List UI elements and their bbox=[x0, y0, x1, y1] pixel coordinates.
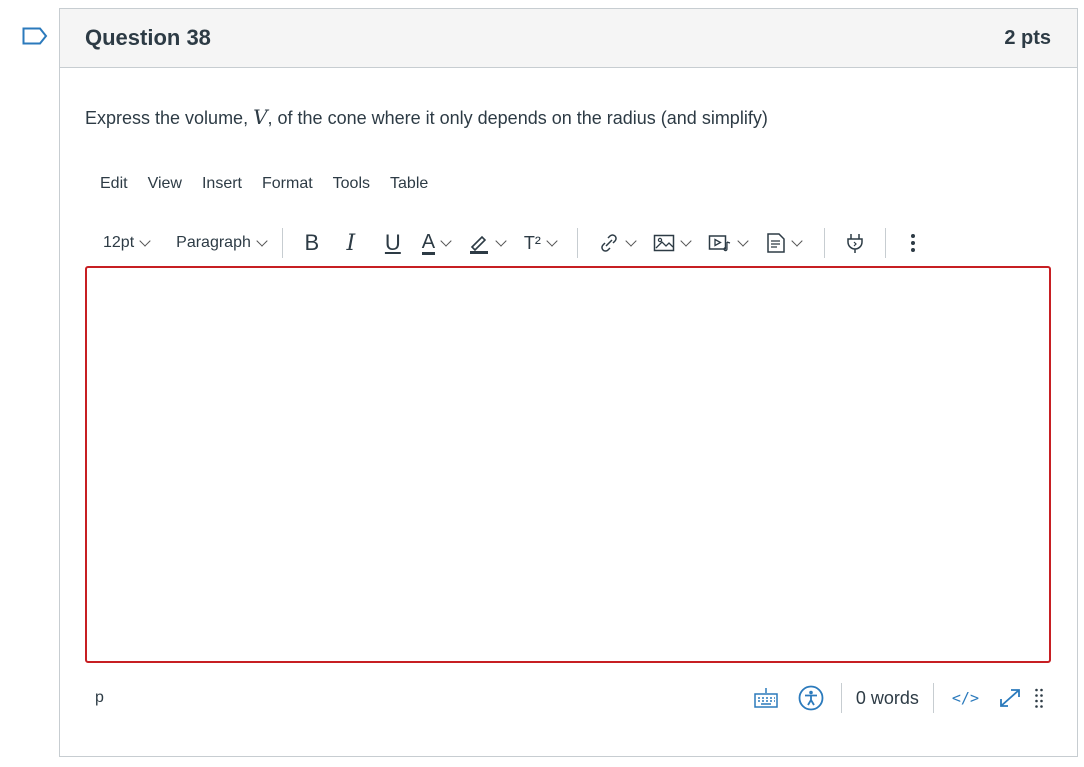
font-size-dropdown[interactable]: 12pt bbox=[103, 234, 151, 252]
italic-button[interactable]: I bbox=[329, 231, 373, 256]
block-format-value: Paragraph bbox=[176, 234, 251, 251]
statusbar-divider bbox=[932, 683, 934, 713]
toolbar-divider bbox=[823, 228, 825, 258]
drag-handle-icon bbox=[1035, 688, 1043, 708]
chevron-down-icon bbox=[737, 234, 750, 247]
variable-v: V bbox=[253, 105, 268, 129]
flag-question-icon[interactable] bbox=[22, 27, 48, 45]
more-options-button[interactable] bbox=[898, 232, 928, 254]
chevron-down-icon bbox=[625, 234, 638, 247]
menu-format[interactable]: Format bbox=[262, 175, 313, 193]
element-path[interactable]: p bbox=[95, 689, 104, 707]
menu-tools[interactable]: Tools bbox=[333, 175, 370, 193]
underline-button[interactable]: U bbox=[373, 230, 413, 256]
chevron-down-icon bbox=[256, 234, 268, 247]
chevron-down-icon bbox=[791, 234, 804, 247]
toolbar-divider bbox=[576, 228, 578, 258]
menu-edit[interactable]: Edit bbox=[100, 175, 128, 193]
editor-menubar: Edit View Insert Format Tools Table bbox=[100, 175, 448, 193]
word-count[interactable]: 0 words bbox=[842, 688, 933, 709]
menu-insert[interactable]: Insert bbox=[202, 175, 242, 193]
editor-toolbar: 12pt Paragraph B I U A T² bbox=[100, 221, 1060, 265]
plugin-icon bbox=[847, 234, 863, 253]
image-icon bbox=[654, 234, 675, 252]
question-title: Question 38 bbox=[85, 25, 211, 50]
html-editor-toggle[interactable]: </> bbox=[952, 689, 979, 707]
chevron-down-icon bbox=[680, 234, 693, 247]
text-color-button[interactable]: A bbox=[413, 232, 459, 255]
rich-text-editor-area[interactable] bbox=[85, 266, 1051, 663]
link-icon bbox=[601, 234, 618, 252]
font-size-value: 12pt bbox=[103, 234, 135, 251]
question-points: 2 pts bbox=[1004, 26, 1051, 49]
chevron-down-icon bbox=[139, 234, 151, 247]
toolbar-divider bbox=[884, 228, 886, 258]
resize-handle[interactable] bbox=[1027, 687, 1051, 709]
question-card: Question 38 2 pts Express the volume, V,… bbox=[59, 8, 1078, 757]
chevron-down-icon bbox=[440, 234, 452, 247]
expand-icon bbox=[1000, 689, 1020, 707]
media-icon bbox=[709, 235, 731, 252]
document-icon bbox=[767, 233, 786, 253]
accessibility-icon bbox=[798, 685, 824, 711]
keyboard-icon bbox=[754, 688, 778, 708]
block-format-dropdown[interactable]: Paragraph bbox=[176, 234, 268, 252]
menu-view[interactable]: View bbox=[148, 175, 182, 193]
more-icon bbox=[910, 234, 915, 252]
image-button[interactable] bbox=[644, 233, 700, 253]
menu-table[interactable]: Table bbox=[390, 175, 428, 193]
bold-button[interactable]: B bbox=[295, 230, 329, 256]
apps-plugin-button[interactable] bbox=[837, 232, 873, 254]
superscript-button[interactable]: T² bbox=[515, 233, 565, 254]
question-text: Express the volume, V, of the cone where… bbox=[85, 105, 768, 129]
chevron-down-icon bbox=[546, 234, 558, 247]
fullscreen-button[interactable] bbox=[993, 686, 1027, 710]
keyboard-shortcuts-button[interactable] bbox=[743, 686, 789, 710]
question-header: Question 38 2 pts bbox=[60, 9, 1077, 68]
highlight-color-button[interactable] bbox=[459, 232, 515, 254]
highlighter-icon bbox=[470, 235, 489, 254]
editor-statusbar: p 0 words </> bbox=[85, 675, 1051, 721]
toolbar-divider bbox=[281, 228, 283, 258]
chevron-down-icon bbox=[495, 234, 508, 247]
link-button[interactable] bbox=[590, 232, 644, 254]
media-button[interactable] bbox=[700, 233, 756, 253]
accessibility-checker-button[interactable] bbox=[789, 685, 833, 711]
document-button[interactable] bbox=[756, 232, 812, 254]
